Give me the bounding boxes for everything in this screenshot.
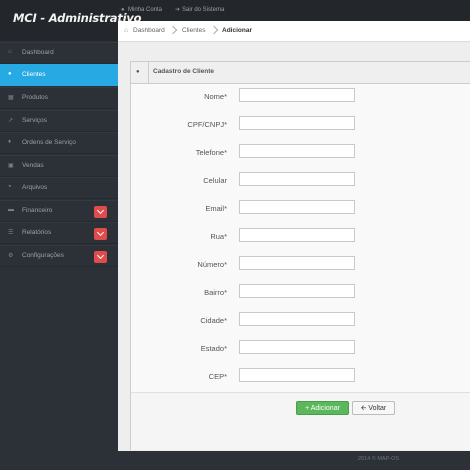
rua-field[interactable] [239, 228, 355, 242]
sidebar-item-label: Serviços [22, 117, 47, 124]
cpf-cnpj-label: CPF/CNPJ* [187, 120, 227, 129]
sidebar-item-vendas[interactable]: ▣ Vendas [0, 155, 118, 177]
main-content: ⌂ Dashboard Clientes Adicionar ● Cadastr… [118, 21, 470, 451]
plus-icon: + [305, 405, 310, 412]
group-icon: ● [8, 71, 12, 77]
estado-field[interactable] [239, 340, 355, 354]
chevron-down-icon[interactable] [94, 228, 107, 240]
sidebar-item-label: Produtos [22, 94, 49, 101]
sidebar-item-configuracoes[interactable]: ⚙ Configurações [0, 245, 118, 267]
numero-label: Número* [197, 260, 227, 269]
sidebar-item-relatorios[interactable]: ☰ Relatórios [0, 222, 118, 244]
telefone-label: Telefone* [195, 148, 227, 157]
sign-out-icon: ➜ [175, 7, 181, 13]
nome-label: Nome* [204, 92, 227, 101]
cep-field[interactable] [239, 368, 355, 382]
telefone-field[interactable] [239, 144, 355, 158]
numero-field[interactable] [239, 256, 355, 270]
list-icon: ☰ [8, 230, 14, 236]
cidade-field[interactable] [239, 312, 355, 326]
sidebar-item-label: Arquivos [22, 184, 48, 191]
sidebar-item-ordens[interactable]: ♦ Ordens de Serviço [0, 132, 118, 154]
brand[interactable]: MCI - Administrativo [0, 0, 142, 41]
celular-label: Celular [203, 176, 227, 185]
back-button-label: Voltar [368, 405, 387, 412]
cliente-form-widget: ● Cadastro de Cliente Nome* CPF/CNPJ* Te… [130, 61, 470, 450]
breadcrumb: ⌂ Dashboard Clientes Adicionar [118, 21, 470, 42]
breadcrumb-separator-icon [209, 25, 219, 35]
home-icon: ⌂ [124, 27, 128, 34]
cep-label: CEP* [208, 372, 227, 381]
wrench-icon: ↗ [8, 118, 14, 124]
sidebar: ⌂ Dashboard ● Clientes ▦ Produtos ↗ Serv… [0, 41, 118, 470]
arrow-left-icon: 🡨 [360, 405, 367, 412]
user-icon: ● [136, 69, 140, 75]
chevron-down-icon[interactable] [94, 251, 107, 263]
back-button[interactable]: 🡨 Voltar [352, 401, 395, 415]
sidebar-item-servicos[interactable]: ↗ Serviços [0, 110, 118, 132]
sidebar-item-label: Clientes [22, 71, 46, 78]
sidebar-item-label: Configurações [22, 252, 64, 259]
chevron-down-icon[interactable] [94, 206, 107, 218]
sidebar-item-financeiro[interactable]: ▬ Financeiro [0, 200, 118, 222]
widget-title-bar: ● Cadastro de Cliente [131, 62, 470, 84]
estado-label: Estado* [200, 344, 227, 353]
sair-link[interactable]: ➜ Sair do Sistema [173, 0, 224, 21]
breadcrumb-clientes[interactable]: Clientes [182, 21, 205, 41]
bairro-field[interactable] [239, 284, 355, 298]
celular-field[interactable] [239, 172, 355, 186]
cart-icon: ▣ [8, 163, 14, 169]
sidebar-item-dashboard[interactable]: ⌂ Dashboard [0, 42, 118, 64]
money-icon: ▬ [8, 207, 14, 213]
cidade-label: Cidade* [200, 316, 227, 325]
barcode-icon: ▦ [8, 95, 14, 101]
bairro-label: Bairro* [204, 288, 227, 297]
add-button-label: Adicionar [310, 405, 340, 412]
nome-field[interactable] [239, 88, 355, 102]
breadcrumb-separator-icon [168, 25, 178, 35]
sidebar-item-label: Ordens de Serviço [22, 139, 76, 146]
hdd-icon: ◓ [8, 184, 12, 190]
cpf-cnpj-field[interactable] [239, 116, 355, 130]
sidebar-item-arquivos[interactable]: ◓ Arquivos [0, 177, 118, 199]
rua-label: Rua* [210, 232, 227, 241]
sidebar-item-produtos[interactable]: ▦ Produtos [0, 87, 118, 109]
sidebar-item-label: Relatórios [22, 229, 52, 236]
email-label: Email* [205, 204, 227, 213]
form-title: Cadastro de Cliente [153, 68, 215, 75]
email-field[interactable] [239, 200, 355, 214]
footer-text: 2014 © MAP-OS [358, 456, 400, 462]
add-button[interactable]: + Adicionar [296, 401, 349, 415]
sidebar-item-label: Financeiro [22, 207, 53, 214]
cog-icon: ⚙ [8, 253, 14, 259]
tags-icon: ♦ [8, 139, 12, 145]
breadcrumb-dashboard[interactable]: Dashboard [133, 21, 165, 41]
sidebar-item-label: Dashboard [22, 49, 54, 56]
sidebar-item-clientes[interactable]: ● Clientes [0, 64, 118, 86]
breadcrumb-adicionar[interactable]: Adicionar [222, 21, 252, 41]
home-icon: ⌂ [8, 49, 12, 55]
sidebar-item-label: Vendas [22, 162, 44, 169]
sair-label: Sair do Sistema [182, 7, 225, 13]
widget-icon-box: ● [131, 62, 149, 83]
footer: 2014 © MAP-OS [118, 451, 470, 470]
